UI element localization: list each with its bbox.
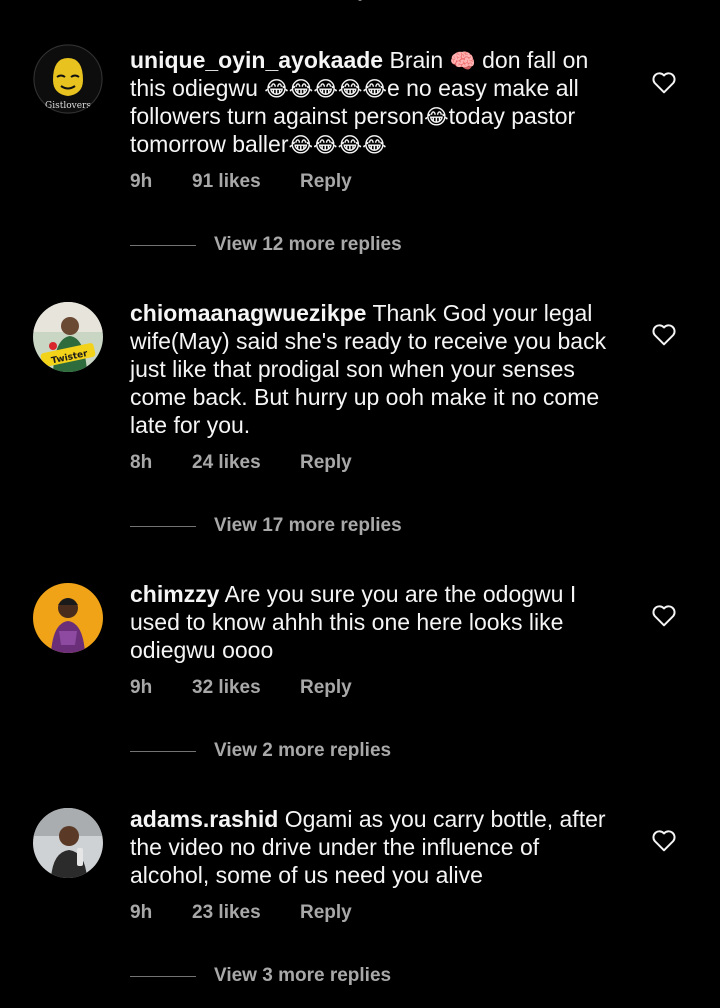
comment-body-line-4: tomorrow baller😂😂😂😂 <box>130 131 387 157</box>
comment-body-line-3: followers turn against person😂today past… <box>130 103 575 129</box>
reply-button[interactable]: Reply <box>300 901 352 925</box>
avatar-photo-image <box>33 808 103 878</box>
comment-text: chimzzy Are you sure you are the odogwu … <box>130 580 630 664</box>
comment-body-line-3: alcohol, some of us need you alive <box>130 862 483 888</box>
view-replies-label[interactable]: View 17 more replies <box>214 514 402 538</box>
comment-time: 9h <box>130 677 153 698</box>
avatar[interactable] <box>33 583 103 653</box>
replies-divider <box>130 976 196 977</box>
avatar[interactable]: Gistlovers <box>33 44 103 114</box>
comment-body-line-5: late for you. <box>130 412 250 438</box>
comment-text-part: Brain <box>389 47 450 73</box>
reply-button[interactable]: Reply <box>300 676 352 700</box>
comment-body-line-2: used to know ahhh this one here looks li… <box>130 609 563 635</box>
comment-text: chiomaanagwuezikpe Thank God your legal … <box>130 299 630 439</box>
emoji: 🧠 <box>449 50 476 73</box>
avatar-gistlovers-image: Gistlovers <box>33 44 103 114</box>
comment-body-line-1: Are you sure you are the odogwu I <box>225 581 577 607</box>
svg-text:Gistlovers: Gistlovers <box>45 101 91 111</box>
avatar[interactable]: Twister <box>33 302 103 372</box>
comment-text-part: followers turn against person <box>130 103 425 129</box>
comment-text-part: Ogami as you carry bottle, after <box>284 806 606 832</box>
likes-count[interactable]: 23 likes <box>192 901 261 925</box>
heart-icon[interactable] <box>651 603 677 627</box>
comment-time: 8h <box>130 452 153 473</box>
username[interactable]: adams.rashid <box>130 806 278 832</box>
heart-icon[interactable] <box>651 70 677 94</box>
reply-button[interactable]: Reply <box>300 451 352 475</box>
likes-count[interactable]: 91 likes <box>192 170 261 194</box>
comment-text-part: this odiegwu <box>130 75 265 101</box>
comment-text-part: Thank God your legal <box>372 300 593 326</box>
reply-button[interactable]: Reply <box>300 170 352 194</box>
comment-text-part: e no easy make all <box>386 75 579 101</box>
comment-body-line-1: Thank God your legal <box>372 300 592 326</box>
username[interactable]: chimzzy <box>130 581 219 607</box>
emoji: 😂😂😂😂😂 <box>264 78 387 101</box>
comment-text: adams.rashid Ogami as you carry bottle, … <box>130 805 630 889</box>
comment-body-line-1: Ogami as you carry bottle, after <box>285 806 606 832</box>
comment-text-part: Are you sure you are the odogwu I <box>224 581 577 607</box>
comment-text-part: wife(May) said she's ready to receive yo… <box>130 328 607 354</box>
heart-icon[interactable] <box>651 322 677 346</box>
comment-text-part: the video no drive under the influence o… <box>130 834 540 860</box>
avatar-photo-image <box>33 583 103 653</box>
username[interactable]: chiomaanagwuezikpe <box>130 300 366 326</box>
comment-text-part: come back. But hurry up ooh make it no c… <box>130 384 600 410</box>
comment-text: unique_oyin_ayokaade Brain 🧠 don fall on… <box>130 46 630 158</box>
likes-count[interactable]: 24 likes <box>192 451 261 475</box>
comment-text-part: used to know ahhh this one here looks li… <box>130 609 564 635</box>
comment-text-part: alcohol, some of us need you alive <box>130 862 483 888</box>
view-replies-label[interactable]: View 3 more replies <box>214 964 391 988</box>
username[interactable]: unique_oyin_ayokaade <box>130 47 383 73</box>
emoji: 😂 <box>424 106 449 129</box>
replies-divider <box>130 245 196 246</box>
view-replies-label[interactable]: View 12 more replies <box>214 233 402 257</box>
comment-body-line-2: wife(May) said she's ready to receive yo… <box>130 328 606 354</box>
comment-body-line-2: this odiegwu 😂😂😂😂😂e no easy make all <box>130 75 579 101</box>
comment-body-line-1: Brain 🧠 don fall on <box>389 47 588 73</box>
emoji: 😂😂😂😂 <box>288 134 387 157</box>
comment-text-part: tomorrow baller <box>130 131 289 157</box>
comment-body-line-3: odiegwu oooo <box>130 637 273 663</box>
comment-text-part: late for you. <box>130 412 251 438</box>
comment-text-part: don fall on <box>475 47 589 73</box>
comment-body-line-3: just like that prodigal son when your se… <box>130 356 575 382</box>
likes-count[interactable]: 32 likes <box>192 676 261 700</box>
comment-time: 9h <box>130 171 153 192</box>
comment-body-line-2: the video no drive under the influence o… <box>130 834 539 860</box>
comment-text-part: odiegwu oooo <box>130 637 274 663</box>
scroll-indicator-dot <box>358 0 362 1</box>
comment-body-line-4: come back. But hurry up ooh make it no c… <box>130 384 599 410</box>
heart-icon[interactable] <box>651 828 677 852</box>
avatar-photo-image: Twister <box>33 302 103 372</box>
replies-divider <box>130 751 196 752</box>
comment-time: 9h <box>130 902 153 923</box>
replies-divider <box>130 526 196 527</box>
comment-text-part: today pastor <box>448 103 576 129</box>
comment-text-part: just like that prodigal son when your se… <box>130 356 575 382</box>
view-replies-label[interactable]: View 2 more replies <box>214 739 391 763</box>
avatar[interactable] <box>33 808 103 878</box>
